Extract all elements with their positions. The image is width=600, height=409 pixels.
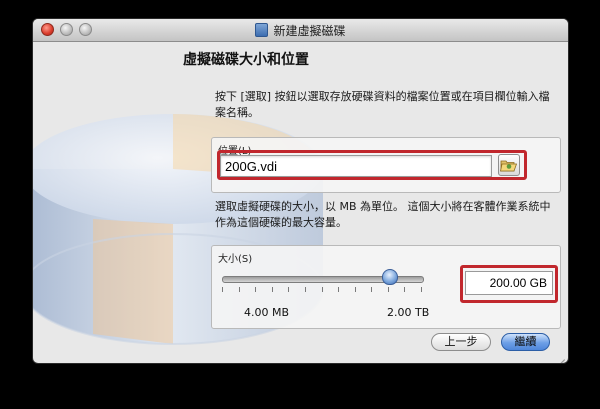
slider-tick (421, 287, 422, 292)
slider-tick (272, 287, 273, 292)
app-icon (255, 23, 269, 37)
slider-tick (288, 287, 289, 292)
back-button[interactable]: 上一步 (431, 333, 491, 351)
size-highlight-box (460, 265, 558, 303)
size-min-label: 4.00 MB (244, 306, 290, 319)
location-description: 按下 [選取] 按鈕以選取存放硬碟資料的檔案位置或在項目欄位輸入檔案名稱。 (215, 90, 550, 119)
window-title: 新建虛擬磁碟 (273, 24, 346, 38)
location-group: 位置(L) (211, 137, 561, 193)
continue-button[interactable]: 繼續 (501, 333, 550, 351)
slider-tick (222, 287, 223, 292)
slider-tick (255, 287, 256, 292)
size-label: 大小(S) (218, 254, 253, 265)
title-bar[interactable]: 新建虛擬磁碟 (33, 19, 568, 42)
slider-tick (388, 287, 389, 292)
dialog-window: 新建虛擬磁碟 虛擬磁碟大小和位置 按下 [選取] 按鈕以選取存放硬碟資料的檔案位… (33, 19, 568, 363)
page-heading: 虛擬磁碟大小和位置 (183, 52, 309, 68)
size-group: 大小(S) 4.00 MB 2.00 TB (211, 245, 561, 329)
location-highlight-box (217, 150, 527, 180)
slider-tick (355, 287, 356, 292)
slider-tick (305, 287, 306, 292)
slider-tick (371, 287, 372, 292)
slider-tick (338, 287, 339, 292)
size-slider-ticks (222, 287, 422, 293)
resize-grip-icon[interactable] (555, 350, 565, 363)
window-title-wrap: 新建虛擬磁碟 (33, 22, 568, 39)
size-slider-thumb[interactable] (382, 269, 398, 285)
slider-tick (322, 287, 323, 292)
size-max-label: 2.00 TB (387, 306, 430, 319)
slider-tick (404, 287, 405, 292)
size-description: 選取虛擬硬碟的大小，以 MB 為單位。 這個大小將在客體作業系統中作為這個硬碟的… (215, 200, 551, 229)
slider-tick (239, 287, 240, 292)
